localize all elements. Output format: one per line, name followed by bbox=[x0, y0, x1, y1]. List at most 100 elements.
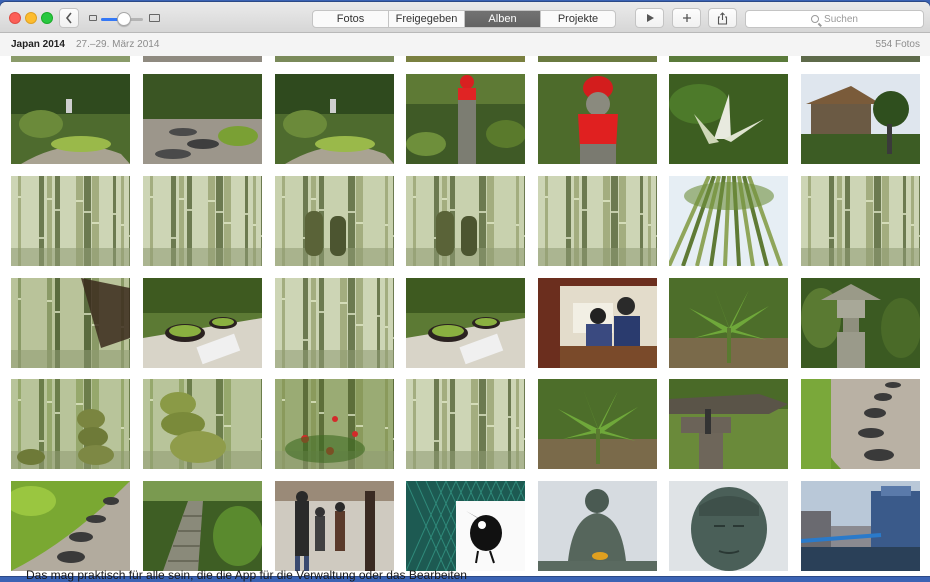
photo-thumbnail-great-buddha-1[interactable] bbox=[538, 481, 657, 571]
photo-thumbnail-bamboo-jizo[interactable] bbox=[406, 176, 525, 266]
photo-thumbnail-bird-sign[interactable] bbox=[406, 481, 525, 571]
photo-image bbox=[275, 481, 394, 571]
photo-image bbox=[406, 481, 525, 571]
photo-thumbnail-agave-plant[interactable] bbox=[669, 74, 788, 164]
photo-count: 554 Fotos bbox=[875, 39, 920, 50]
photos-app-window: Fotos Freigegeben Alben Projekte Suchen … bbox=[0, 2, 930, 576]
photo-thumbnail-tea-house-staff[interactable] bbox=[538, 278, 657, 368]
photo-image bbox=[406, 379, 525, 469]
photo-thumbnail-tree-trunk-tied[interactable] bbox=[669, 379, 788, 469]
tab-fotos[interactable]: Fotos bbox=[313, 11, 389, 27]
photo-thumbnail-zen-garden-stones[interactable] bbox=[143, 74, 262, 164]
photo-thumbnail-partial[interactable] bbox=[801, 56, 920, 62]
album-dates: 27.–29. März 2014 bbox=[76, 39, 160, 50]
photo-thumbnail-partial[interactable] bbox=[275, 56, 394, 62]
photo-thumbnail-bamboo-grove-4[interactable] bbox=[801, 176, 920, 266]
photo-image bbox=[538, 481, 657, 571]
photo-image bbox=[11, 481, 130, 571]
share-icon bbox=[717, 11, 728, 25]
photo-grid bbox=[0, 56, 930, 576]
photo-thumbnail-palm-leaves[interactable] bbox=[669, 278, 788, 368]
photo-image bbox=[275, 278, 394, 368]
maximize-window-button[interactable] bbox=[41, 12, 53, 24]
photo-thumbnail-matcha-bowls-2[interactable] bbox=[406, 278, 525, 368]
photo-image bbox=[143, 278, 262, 368]
photo-thumbnail-partial[interactable] bbox=[669, 56, 788, 62]
photo-image bbox=[406, 74, 525, 164]
photo-thumbnail-partial[interactable] bbox=[143, 56, 262, 62]
search-field[interactable]: Suchen bbox=[745, 10, 924, 28]
large-thumbnail-icon bbox=[149, 14, 160, 22]
photo-thumbnail-matcha-bowls-1[interactable] bbox=[143, 278, 262, 368]
photo-image bbox=[801, 176, 920, 266]
photo-thumbnail-bamboo-grove-3[interactable] bbox=[538, 176, 657, 266]
tab-freigegeben[interactable]: Freigegeben bbox=[389, 11, 465, 27]
photo-image bbox=[801, 481, 920, 571]
photo-image bbox=[538, 176, 657, 266]
back-button[interactable] bbox=[59, 8, 79, 28]
photo-thumbnail-stone-lantern[interactable] bbox=[801, 278, 920, 368]
photo-image bbox=[538, 278, 657, 368]
close-window-button[interactable] bbox=[9, 12, 21, 24]
photo-image bbox=[538, 379, 657, 469]
tab-projekte[interactable]: Projekte bbox=[541, 11, 615, 27]
photo-thumbnail-partial[interactable] bbox=[406, 56, 525, 62]
photo-thumbnail-temple-roof[interactable] bbox=[801, 74, 920, 164]
zoom-slider-knob[interactable] bbox=[117, 12, 131, 26]
photo-thumbnail-bamboo-grove-2[interactable] bbox=[143, 176, 262, 266]
share-button[interactable] bbox=[708, 8, 737, 28]
photo-thumbnail-bamboo-rocks[interactable] bbox=[11, 379, 130, 469]
photo-thumbnail-bamboo-sky[interactable] bbox=[669, 176, 788, 266]
photo-image bbox=[406, 176, 525, 266]
title-bar: Fotos Freigegeben Alben Projekte Suchen bbox=[0, 2, 930, 33]
photo-thumbnail-stone-stairs[interactable] bbox=[143, 481, 262, 571]
photo-image bbox=[143, 176, 262, 266]
photo-thumbnail-great-buddha-2[interactable] bbox=[669, 481, 788, 571]
photo-thumbnail-camellia-bamboo[interactable] bbox=[275, 379, 394, 469]
photo-thumbnail-bamboo-grove-1[interactable] bbox=[11, 176, 130, 266]
photo-thumbnail-street-people[interactable] bbox=[275, 481, 394, 571]
background-document-text: Das mag praktisch für alle sein, die die… bbox=[26, 568, 467, 582]
search-placeholder: Suchen bbox=[824, 13, 858, 25]
photo-image bbox=[275, 176, 394, 266]
photo-image bbox=[143, 481, 262, 571]
photo-thumbnail-river-city[interactable] bbox=[801, 481, 920, 571]
photo-image bbox=[669, 278, 788, 368]
album-title: Japan 2014 bbox=[11, 39, 65, 50]
photo-thumbnail-jizo-red-bib[interactable] bbox=[538, 74, 657, 164]
photo-image bbox=[11, 176, 130, 266]
photo-thumbnail-bamboo-statues[interactable] bbox=[275, 176, 394, 266]
photo-image bbox=[143, 74, 262, 164]
small-thumbnail-icon bbox=[89, 15, 97, 21]
search-icon bbox=[811, 15, 820, 23]
photo-image bbox=[11, 379, 130, 469]
tab-alben[interactable]: Alben bbox=[465, 11, 541, 27]
photo-thumbnail-jizo-red-hat[interactable] bbox=[406, 74, 525, 164]
photo-image bbox=[801, 278, 920, 368]
minimize-window-button[interactable] bbox=[25, 12, 37, 24]
photo-thumbnail-bamboo-forest-light[interactable] bbox=[406, 379, 525, 469]
slideshow-button[interactable] bbox=[635, 8, 664, 28]
plus-icon bbox=[682, 14, 691, 22]
photo-thumbnail-green-fern-plant[interactable] bbox=[538, 379, 657, 469]
photo-image bbox=[801, 74, 920, 164]
photo-image bbox=[669, 176, 788, 266]
photo-thumbnail-bamboo-pavilion[interactable] bbox=[11, 278, 130, 368]
photo-image bbox=[11, 74, 130, 164]
photo-thumbnail-garden-statue[interactable] bbox=[275, 74, 394, 164]
photo-image bbox=[669, 379, 788, 469]
photo-thumbnail-partial[interactable] bbox=[11, 56, 130, 62]
photo-thumbnail-moss-path[interactable] bbox=[11, 481, 130, 571]
photo-thumbnail-partial[interactable] bbox=[538, 56, 657, 62]
album-info-bar: Japan 2014 27.–29. März 2014 554 Fotos bbox=[0, 33, 930, 56]
add-button[interactable] bbox=[672, 8, 701, 28]
chevron-left-icon bbox=[65, 12, 72, 24]
photo-thumbnail-zen-garden-path[interactable] bbox=[11, 74, 130, 164]
photo-thumbnail-bamboo-moss[interactable] bbox=[275, 278, 394, 368]
photo-thumbnail-stacked-stones[interactable] bbox=[143, 379, 262, 469]
photo-thumbnail-stepping-stones[interactable] bbox=[801, 379, 920, 469]
photo-image bbox=[669, 74, 788, 164]
photo-image bbox=[143, 379, 262, 469]
photo-image bbox=[801, 379, 920, 469]
photo-image bbox=[11, 278, 130, 368]
